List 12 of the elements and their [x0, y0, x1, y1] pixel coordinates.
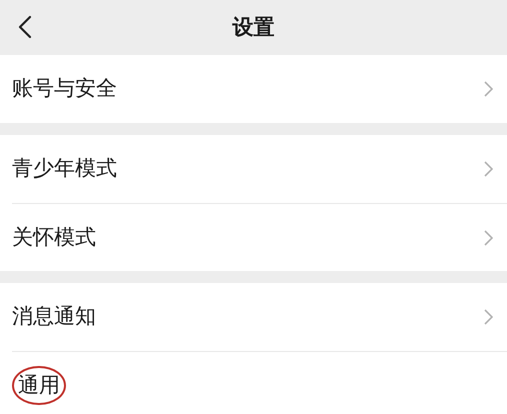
- item-label: 通用: [12, 366, 66, 406]
- item-label: 青少年模式: [12, 155, 117, 182]
- item-label: 关怀模式: [12, 224, 96, 251]
- back-icon: [18, 15, 32, 39]
- settings-item[interactable]: 通用: [12, 351, 507, 414]
- settings-item[interactable]: 账号与安全: [0, 55, 507, 123]
- settings-item[interactable]: 消息通知: [0, 283, 507, 351]
- settings-item[interactable]: 关怀模式: [12, 203, 507, 271]
- settings-item[interactable]: 青少年模式: [0, 135, 507, 203]
- item-label: 消息通知: [12, 303, 96, 330]
- page-title: 设置: [232, 14, 274, 41]
- item-label: 账号与安全: [12, 75, 117, 102]
